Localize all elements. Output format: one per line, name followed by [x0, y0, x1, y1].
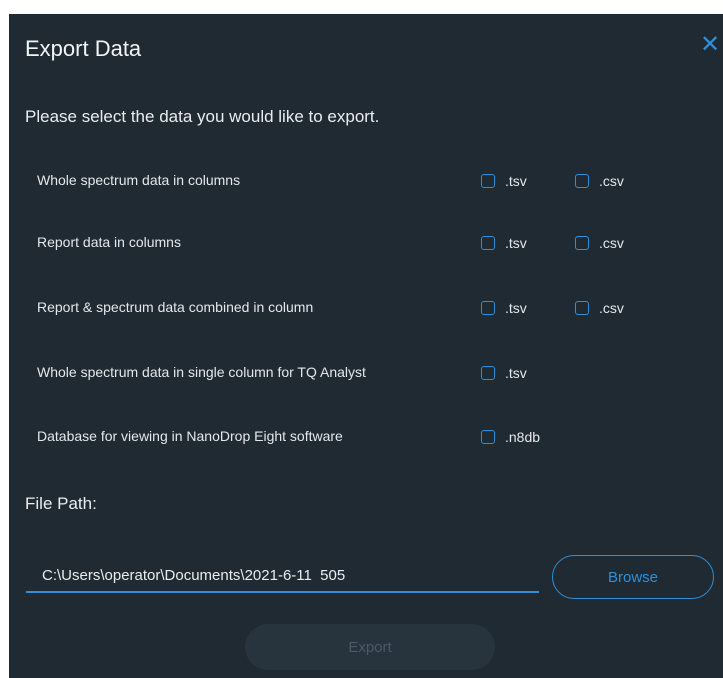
- tsv-label: .tsv: [505, 173, 527, 189]
- csv-label: .csv: [599, 300, 624, 316]
- tsv-checkbox-option[interactable]: .tsv: [481, 170, 527, 192]
- csv-checkbox-option[interactable]: .csv: [575, 297, 624, 319]
- tsv-label: .tsv: [505, 300, 527, 316]
- tsv-checkbox[interactable]: [481, 174, 495, 188]
- option-label: Report data in columns: [37, 234, 181, 250]
- export-data-dialog: Export Data ✕ Please select the data you…: [9, 14, 723, 678]
- n8db-label: .n8db: [505, 429, 541, 445]
- tsv-label: .tsv: [505, 235, 527, 251]
- n8db-checkbox-option[interactable]: .n8db: [481, 426, 540, 448]
- tsv-label: .tsv: [505, 365, 527, 381]
- csv-checkbox[interactable]: [575, 301, 589, 315]
- tsv-checkbox-option[interactable]: .tsv: [481, 297, 527, 319]
- tsv-checkbox[interactable]: [481, 366, 495, 380]
- tsv-checkbox-option[interactable]: .tsv: [481, 232, 527, 254]
- tsv-checkbox[interactable]: [481, 301, 495, 315]
- dialog-title: Export Data: [25, 36, 142, 61]
- file-path-input[interactable]: [26, 559, 539, 593]
- option-label: Whole spectrum data in single column for…: [37, 364, 366, 380]
- instruction-text: Please select the data you would like to…: [25, 107, 380, 126]
- browse-button[interactable]: Browse: [552, 555, 714, 599]
- file-path-label: File Path:: [25, 494, 97, 513]
- export-button[interactable]: Export: [245, 624, 495, 670]
- export-option-n8db-database: Database for viewing in NanoDrop Eight s…: [37, 426, 707, 448]
- option-label: Report & spectrum data combined in colum…: [37, 299, 314, 315]
- csv-checkbox[interactable]: [575, 236, 589, 250]
- csv-checkbox[interactable]: [575, 174, 589, 188]
- csv-checkbox-option[interactable]: .csv: [575, 232, 624, 254]
- tsv-checkbox-option[interactable]: .tsv: [481, 362, 527, 384]
- export-option-report-columns: Report data in columns .tsv .csv: [37, 232, 707, 254]
- export-option-report-spectrum-combined: Report & spectrum data combined in colum…: [37, 297, 707, 319]
- csv-label: .csv: [599, 173, 624, 189]
- csv-checkbox-option[interactable]: .csv: [575, 170, 624, 192]
- export-option-tq-analyst: Whole spectrum data in single column for…: [37, 362, 707, 384]
- csv-label: .csv: [599, 235, 624, 251]
- tsv-checkbox[interactable]: [481, 236, 495, 250]
- option-label: Whole spectrum data in columns: [37, 172, 241, 188]
- close-icon[interactable]: ✕: [697, 32, 723, 58]
- n8db-checkbox[interactable]: [481, 430, 495, 444]
- option-label: Database for viewing in NanoDrop Eight s…: [37, 428, 343, 444]
- export-option-whole-spectrum-columns: Whole spectrum data in columns .tsv .csv: [37, 170, 707, 192]
